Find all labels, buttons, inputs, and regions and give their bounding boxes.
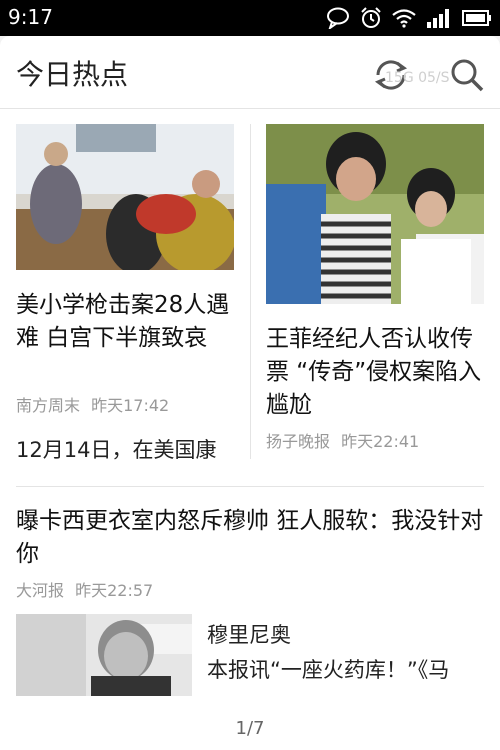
article-2-source: 扬子晚报 [266, 432, 331, 451]
article-3-source: 大河报 [16, 581, 65, 600]
search-icon[interactable] [448, 56, 486, 94]
article-3-subtitle: 穆里尼奥 [207, 623, 291, 647]
article-1-time: 昨天17:42 [91, 396, 170, 415]
article-1-snippet: 12月14日，在美国康 [16, 438, 217, 462]
signal-icon [427, 9, 449, 28]
status-bar: 9:17 [0, 0, 500, 36]
article-2-headline[interactable]: 王菲经纪人否认收传票 “传奇”侵权案陷入尴尬 [266, 323, 490, 422]
article-1-photo[interactable] [16, 124, 234, 270]
row-divider [16, 486, 484, 487]
speed-overlay-text: 15G 05/S [385, 70, 450, 86]
status-icons [326, 7, 492, 29]
article-3-headline[interactable]: 曝卡西更衣室内怒斥穆帅 狂人服软：我没针对你 [16, 505, 484, 571]
article-3-photo[interactable] [16, 614, 192, 696]
page-title: 今日热点 [16, 58, 129, 91]
column-divider [250, 124, 251, 459]
battery-icon [462, 10, 491, 26]
article-3-snippet: 本报讯“一座火药库！”《马 [207, 658, 450, 682]
article-3-meta: 大河报 昨天22:57 [16, 577, 153, 601]
page-indicator: 1/7 [235, 718, 265, 739]
chat-bubble-icon [327, 7, 349, 29]
article-2-meta: 扬子晚报 昨天22:41 [266, 428, 419, 452]
status-time: 9:17 [8, 5, 53, 29]
hot-news-card: 今日热点 15G 05/S 美小学枪击案28人遇难 白宫下半旗致哀 南方周末 昨… [0, 36, 500, 750]
article-3-time: 昨天22:57 [75, 581, 154, 600]
article-1-meta: 南方周末 昨天17:42 [16, 392, 169, 416]
card-header: 今日热点 15G 05/S [0, 36, 500, 109]
article-2-photo[interactable] [266, 124, 484, 304]
article-1-source: 南方周末 [16, 396, 81, 415]
article-2-time: 昨天22:41 [341, 432, 420, 451]
wifi-icon [392, 9, 416, 28]
article-1-headline[interactable]: 美小学枪击案28人遇难 白宫下半旗致哀 [16, 289, 240, 355]
alarm-icon [361, 7, 381, 28]
